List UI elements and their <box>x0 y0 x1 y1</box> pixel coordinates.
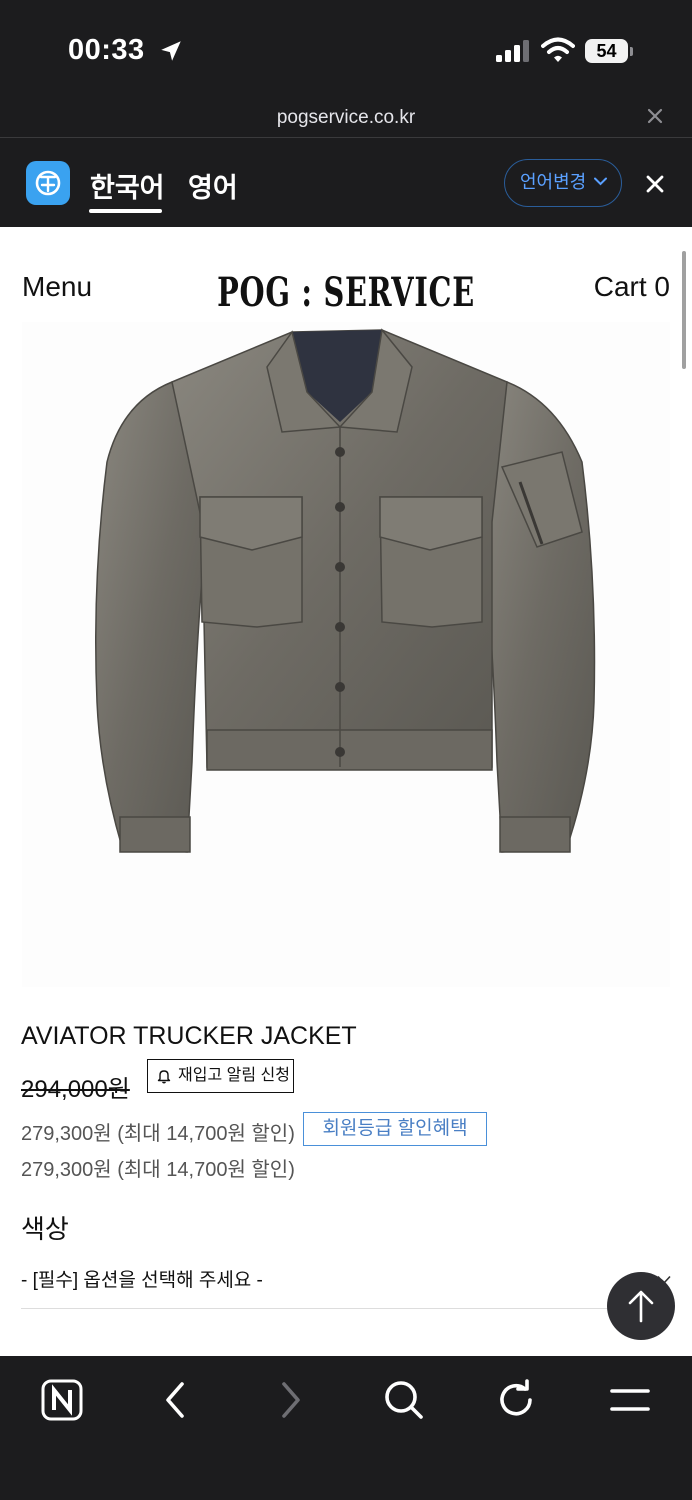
brand-logo[interactable]: POG : SERVICE <box>97 269 595 316</box>
naver-n-icon[interactable] <box>40 1378 84 1422</box>
change-language-button[interactable]: 언어변경 <box>504 159 622 207</box>
back-chevron-icon[interactable] <box>154 1378 198 1422</box>
change-language-label: 언어변경 <box>520 172 587 192</box>
translator-logo-icon <box>26 161 70 205</box>
location-arrow-icon <box>161 41 181 61</box>
scrollbar[interactable] <box>682 251 686 369</box>
product-image[interactable] <box>22 322 670 987</box>
battery-level: 54 <box>596 41 617 61</box>
tab-korean[interactable]: 한국어 <box>90 166 165 205</box>
status-bar: 00:33 54 <box>0 0 692 100</box>
search-icon[interactable] <box>382 1378 426 1422</box>
tab-english[interactable]: 영어 <box>188 166 238 205</box>
color-select-value: - [필수] 옵션을 선택해 주세요 - <box>21 1270 263 1291</box>
bell-icon <box>157 1070 171 1084</box>
scroll-to-top-button[interactable] <box>607 1272 675 1340</box>
hamburger-menu-icon[interactable] <box>608 1378 652 1422</box>
forward-chevron-icon[interactable] <box>268 1378 312 1422</box>
web-content: Menu POG : SERVICE Cart 0 AVIATOR TRUCKE… <box>0 227 692 1356</box>
chevron-down-icon <box>594 177 607 186</box>
cart-link[interactable]: Cart 0 <box>594 271 670 303</box>
wifi-icon <box>541 37 575 62</box>
close-icon[interactable] <box>646 107 664 125</box>
cellular-signal-icon <box>496 40 529 62</box>
color-select[interactable]: - [필수] 옵션을 선택해 주세요 - <box>21 1265 671 1309</box>
menu-link[interactable]: Menu <box>22 271 92 303</box>
restock-alert-button[interactable]: 재입고 알림 신청 <box>147 1059 294 1093</box>
sale-price: 279,300원 (최대 14,700원 할인) <box>21 1123 295 1145</box>
battery-icon: 54 <box>585 39 633 65</box>
arrow-up-icon <box>628 1290 654 1323</box>
status-time: 00:33 <box>68 34 145 66</box>
color-option-title: 색상 <box>21 1214 69 1244</box>
active-tab-indicator <box>89 209 162 213</box>
url-text[interactable]: pogservice.co.kr <box>0 107 692 129</box>
translate-bar: 한국어 영어 언어변경 <box>0 139 692 227</box>
close-translate-icon[interactable] <box>646 175 664 193</box>
reload-icon[interactable] <box>494 1378 538 1422</box>
member-discount-button[interactable]: 회원등급 할인혜택 <box>303 1112 487 1146</box>
url-bar[interactable]: pogservice.co.kr <box>0 100 692 138</box>
product-name: AVIATOR TRUCKER JACKET <box>21 1022 357 1050</box>
sale-price-secondary: 279,300원 (최대 14,700원 할인) <box>21 1159 295 1181</box>
original-price: 294,000원 <box>21 1076 130 1103</box>
restock-label: 재입고 알림 신청 <box>178 1067 290 1084</box>
browser-toolbar <box>0 1356 692 1500</box>
